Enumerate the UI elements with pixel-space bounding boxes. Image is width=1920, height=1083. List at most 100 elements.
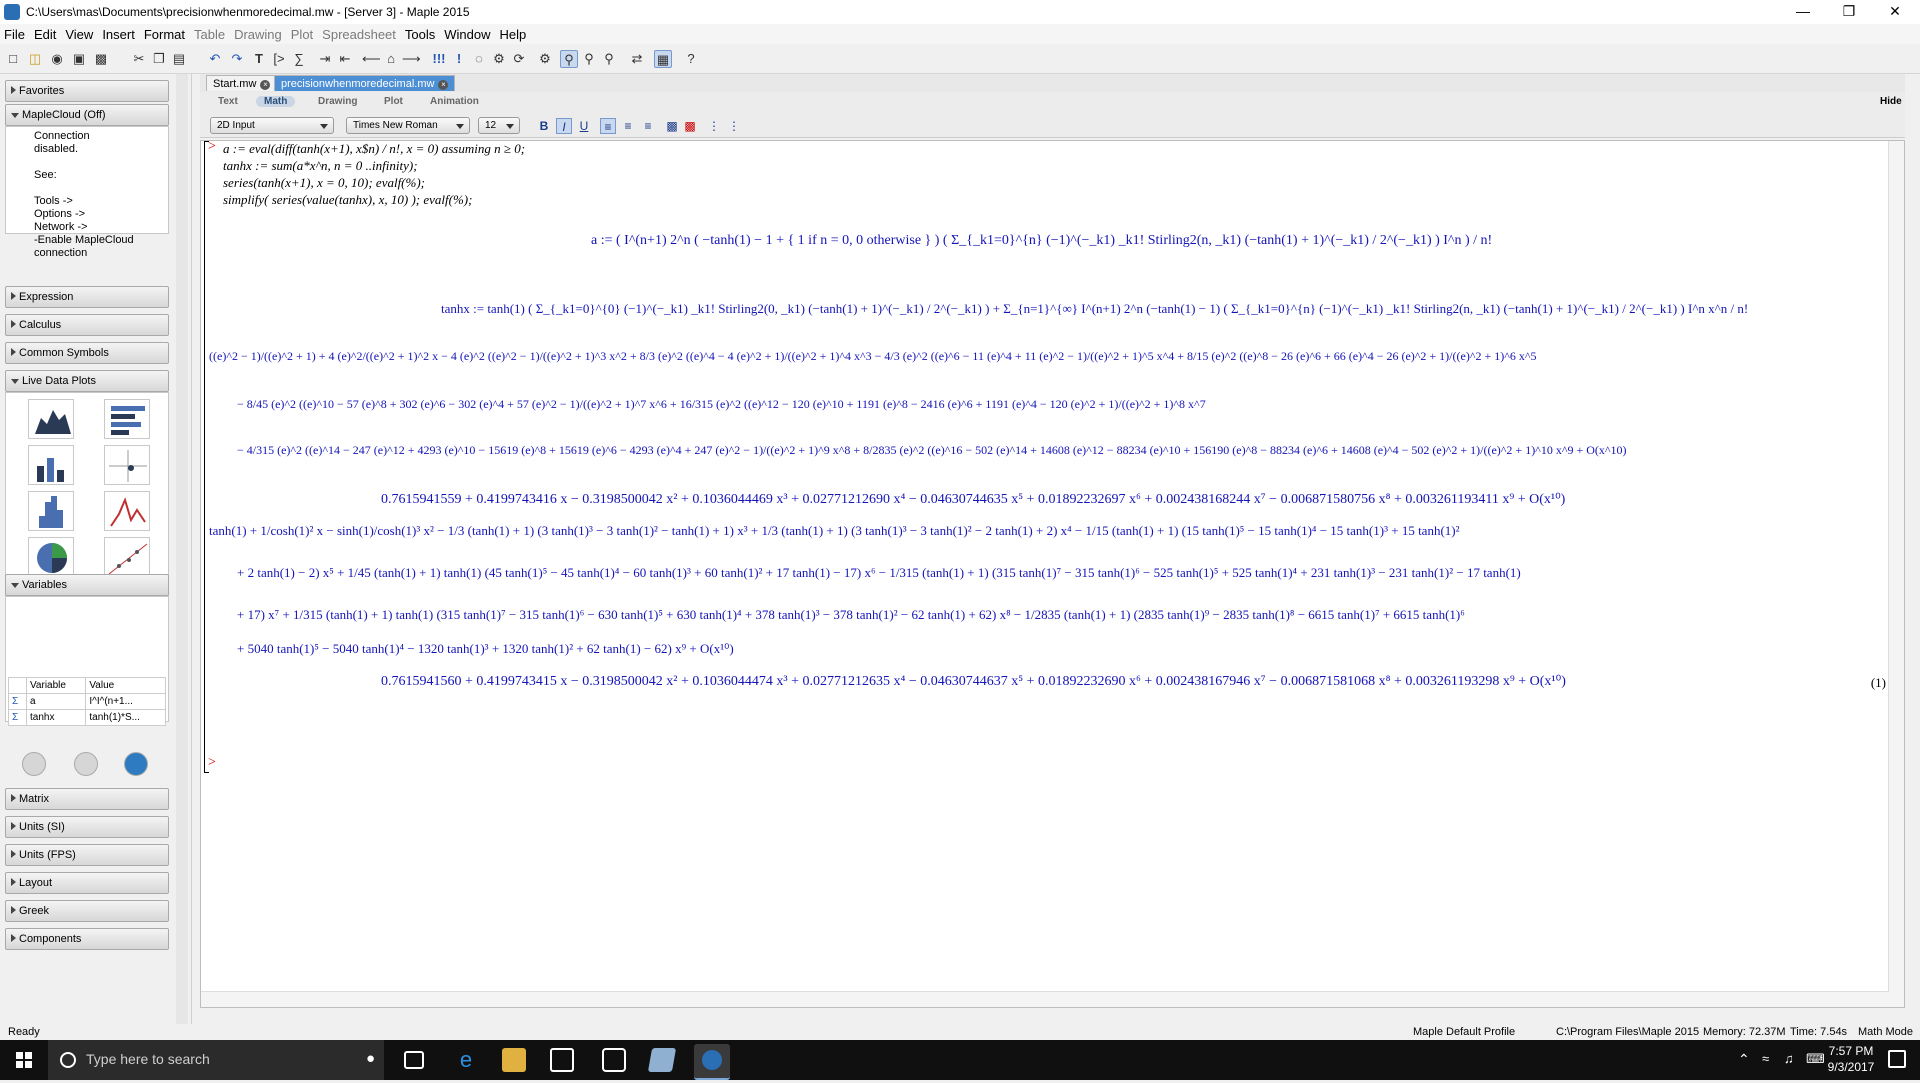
debug-icon[interactable]: ⚙ bbox=[490, 50, 508, 68]
font-select[interactable]: Times New Roman bbox=[346, 117, 470, 134]
hide-button[interactable]: Hide bbox=[1880, 96, 1902, 107]
font-size-select[interactable]: 12 bbox=[478, 117, 520, 134]
print-icon[interactable]: ▩ bbox=[92, 50, 110, 68]
palette-calculus[interactable]: Calculus bbox=[5, 314, 169, 336]
execution-group-bracket[interactable] bbox=[204, 141, 209, 773]
numbered-list-icon[interactable]: ⋮ bbox=[726, 118, 742, 134]
align-center-icon[interactable]: ≡ bbox=[620, 118, 636, 134]
microphone-icon[interactable]: ● bbox=[366, 1050, 375, 1067]
forward-icon[interactable]: ⟶ bbox=[402, 50, 421, 68]
input-line[interactable]: a := eval(diff(tanh(x+1), x$n) / n!, x =… bbox=[223, 141, 525, 157]
line-plot-icon[interactable] bbox=[104, 491, 150, 531]
mode-text[interactable]: Text bbox=[218, 96, 238, 107]
palette-variables[interactable]: Variables bbox=[5, 574, 169, 596]
restart-icon[interactable]: ⟳ bbox=[510, 50, 528, 68]
keyboard-icon[interactable]: ⌨ bbox=[1806, 1051, 1825, 1067]
palette-live-data-plots[interactable]: Live Data Plots bbox=[5, 370, 169, 392]
menu-edit[interactable]: Edit bbox=[34, 27, 56, 42]
mc-link-tools[interactable]: Tools -> bbox=[34, 195, 134, 208]
menu-format[interactable]: Format bbox=[144, 27, 185, 42]
scatter-plot-icon[interactable] bbox=[104, 537, 150, 577]
outdent-icon[interactable]: ⇤ bbox=[336, 50, 354, 68]
input-line[interactable]: simplify( series(value(tanhx), x, 10) );… bbox=[223, 192, 472, 208]
clock[interactable]: 7:57 PM 9/3/2017 bbox=[1826, 1043, 1876, 1075]
palette-matrix[interactable]: Matrix bbox=[5, 788, 169, 810]
open-folder-icon[interactable]: ◫ bbox=[26, 50, 44, 68]
file-explorer-icon[interactable] bbox=[502, 1048, 526, 1072]
mode-drawing[interactable]: Drawing bbox=[318, 96, 357, 107]
notifications-icon[interactable] bbox=[1888, 1050, 1906, 1068]
menu-help[interactable]: Help bbox=[500, 27, 527, 42]
area-plot-icon[interactable] bbox=[28, 399, 74, 439]
start-button[interactable] bbox=[0, 1040, 48, 1080]
bar-plot-icon[interactable] bbox=[104, 399, 150, 439]
input-mode-select[interactable]: 2D Input bbox=[210, 117, 334, 134]
text-mode-icon[interactable]: T bbox=[250, 50, 268, 68]
menu-table[interactable]: Table bbox=[194, 27, 225, 42]
close-button[interactable]: ✕ bbox=[1872, 0, 1918, 24]
minimize-button[interactable]: — bbox=[1780, 0, 1826, 24]
align-right-icon[interactable]: ≡ bbox=[640, 118, 656, 134]
math-mode-icon[interactable]: ∑ bbox=[290, 50, 308, 68]
menu-insert[interactable]: Insert bbox=[102, 27, 135, 42]
mode-math[interactable]: Math bbox=[256, 96, 296, 107]
table-row[interactable]: Σa I^I^(n+1... bbox=[8, 693, 166, 710]
maximize-button[interactable]: ❐ bbox=[1826, 0, 1872, 24]
menu-file[interactable]: File bbox=[4, 27, 25, 42]
stop-icon[interactable]: ◌ bbox=[470, 50, 488, 68]
indent-icon[interactable]: ⇥ bbox=[316, 50, 334, 68]
table-row[interactable]: Σtanhx tanh(1)*S... bbox=[8, 709, 166, 726]
variables-clear-icon[interactable] bbox=[74, 752, 98, 776]
chevron-up-icon[interactable]: ⌃ bbox=[1738, 1051, 1750, 1068]
close-tab-icon[interactable]: × bbox=[438, 80, 449, 90]
variables-link-icon[interactable] bbox=[22, 752, 46, 776]
mode-animation[interactable]: Animation bbox=[430, 96, 479, 107]
input-line[interactable]: tanhx := sum(a*x^n, n = 0 ..infinity); bbox=[223, 158, 418, 174]
volume-icon[interactable]: ♫ bbox=[1784, 1051, 1794, 1066]
variables-filter-icon[interactable] bbox=[124, 752, 148, 776]
redo-icon[interactable]: ↷ bbox=[228, 50, 246, 68]
menu-view[interactable]: View bbox=[65, 27, 93, 42]
worksheet[interactable]: > a := eval(diff(tanh(x+1), x$n) / n!, x… bbox=[200, 140, 1905, 1008]
menu-window[interactable]: Window bbox=[444, 27, 490, 42]
palette-scrollbar[interactable] bbox=[176, 74, 188, 1024]
zoom-100-icon[interactable]: ⚲ bbox=[560, 50, 578, 68]
palette-maplecloud[interactable]: MapleCloud (Off) bbox=[5, 104, 169, 126]
palette-layout[interactable]: Layout bbox=[5, 872, 169, 894]
mc-link-options[interactable]: Options -> bbox=[34, 208, 134, 221]
palette-common-symbols[interactable]: Common Symbols bbox=[5, 342, 169, 364]
text-color-icon[interactable]: ▩ bbox=[664, 118, 680, 134]
palette-components[interactable]: Components bbox=[5, 928, 169, 950]
palette-units-si[interactable]: Units (SI) bbox=[5, 816, 169, 838]
help-icon[interactable]: ? bbox=[682, 50, 700, 68]
phone-app-icon[interactable] bbox=[602, 1048, 626, 1072]
zoom-150-icon[interactable]: ⚲ bbox=[580, 50, 598, 68]
column-plot-icon[interactable] bbox=[28, 445, 74, 485]
menu-tools[interactable]: Tools bbox=[405, 27, 435, 42]
execute-all-icon[interactable]: !!! bbox=[430, 50, 448, 68]
paste-icon[interactable]: ▤ bbox=[170, 50, 188, 68]
var-header-value[interactable]: Value bbox=[85, 677, 166, 694]
maple-taskbar-icon[interactable] bbox=[694, 1044, 730, 1080]
palette-favorites[interactable]: Favorites bbox=[5, 80, 169, 102]
input-line[interactable]: series(tanh(x+1), x = 0, 10); evalf(%); bbox=[223, 175, 425, 191]
save-icon[interactable]: ▣ bbox=[70, 50, 88, 68]
execute-icon[interactable]: ! bbox=[450, 50, 468, 68]
cut-icon[interactable]: ✂ bbox=[130, 50, 148, 68]
menu-spreadsheet[interactable]: Spreadsheet bbox=[322, 27, 396, 42]
taskbar-search[interactable]: Type here to search bbox=[48, 1040, 384, 1080]
zoom-200-icon[interactable]: ⚲ bbox=[600, 50, 618, 68]
pie-chart-icon[interactable] bbox=[28, 537, 74, 577]
settings-icon[interactable]: ⚙ bbox=[536, 50, 554, 68]
palette-greek[interactable]: Greek bbox=[5, 900, 169, 922]
wifi-icon[interactable]: ≈ bbox=[1762, 1051, 1769, 1066]
new-document-icon[interactable]: □ bbox=[4, 50, 22, 68]
palette-toggle-icon[interactable]: ▦ bbox=[654, 50, 672, 68]
input-prompt[interactable]: > bbox=[208, 755, 216, 771]
histogram-icon[interactable] bbox=[28, 491, 74, 531]
underline-button[interactable]: U bbox=[576, 118, 592, 134]
bold-button[interactable]: B bbox=[536, 118, 552, 134]
notepad-icon[interactable] bbox=[647, 1048, 677, 1072]
tab-precisionwhenmoredecimal[interactable]: precisionwhenmoredecimal.mw × bbox=[274, 75, 456, 91]
mode-plot[interactable]: Plot bbox=[384, 96, 403, 107]
